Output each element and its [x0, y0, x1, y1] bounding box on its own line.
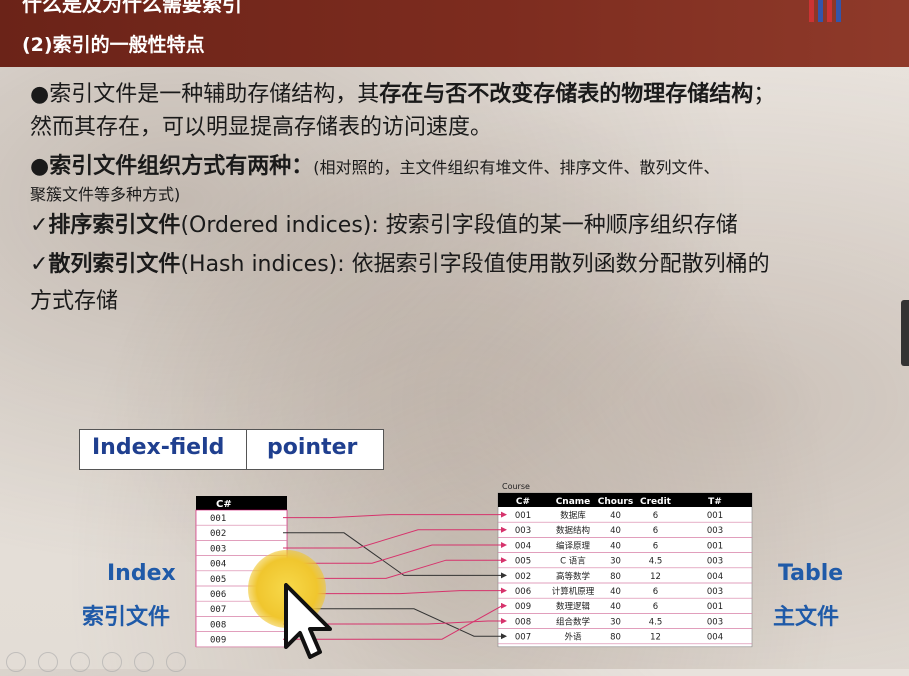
- pointer-arrow: [283, 511, 507, 519]
- index-cell: 005: [210, 575, 226, 585]
- course-cell: 003: [515, 526, 531, 536]
- course-cell: 计算机原理: [552, 586, 595, 597]
- table-label-cn: 主文件: [773, 605, 840, 630]
- legend-pointer: pointer: [267, 435, 358, 460]
- course-cell: 40: [610, 587, 621, 597]
- pen-icon[interactable]: [70, 652, 90, 672]
- pointer-arrow: [283, 542, 507, 564]
- course-cell: 数理逻辑: [556, 601, 591, 612]
- course-cell: 001: [707, 541, 723, 551]
- course-cell: 30: [610, 617, 621, 627]
- grid-icon[interactable]: [102, 652, 122, 672]
- slide-title-top: 什么是及为什么需要索引: [22, 0, 242, 16]
- index-cell: 008: [210, 620, 226, 630]
- slide-body: ●索引文件是一种辅助存储结构，其存在与否不改变存储表的物理存储结构； 然而其存在…: [30, 78, 900, 318]
- course-header-cell: Chours: [598, 497, 633, 507]
- course-table-frame: [497, 492, 753, 648]
- index-cell: 004: [210, 560, 226, 570]
- legend-index-field: Index-field: [92, 435, 225, 460]
- more-icon[interactable]: [166, 652, 186, 672]
- bullet-2: ●索引文件组织方式有两种：(相对照的，主文件组织有堆文件、排序文件、散列文件、: [30, 154, 720, 179]
- index-cell: 002: [210, 529, 226, 539]
- course-cell: 001: [515, 511, 531, 521]
- prev-icon[interactable]: [6, 652, 26, 672]
- course-cell: 009: [515, 602, 531, 612]
- course-cell: 6: [653, 602, 658, 612]
- course-cell: 008: [515, 617, 531, 627]
- course-cell: C 语言: [560, 556, 586, 567]
- course-cell: 4.5: [649, 617, 663, 627]
- course-header-cell: C#: [516, 497, 530, 507]
- index-legend-box: Index-field pointer: [79, 429, 384, 470]
- bullet-4: ✓散列索引文件(Hash indices): 依据索引字段值使用散列函数分配散列…: [30, 252, 770, 277]
- bullet-2-line2: 聚簇文件等多种方式): [30, 185, 181, 204]
- course-cell: 004: [515, 541, 531, 551]
- index-cell: 001: [210, 514, 226, 524]
- course-header-cell: T#: [708, 497, 722, 507]
- course-cell: 003: [707, 557, 723, 567]
- pointer-arrow: [283, 526, 507, 549]
- bullet-4-line2: 方式存储: [30, 289, 119, 314]
- course-cell: 外语: [564, 632, 582, 643]
- course-cell: 003: [707, 617, 723, 627]
- course-cell: 40: [610, 511, 621, 521]
- course-cell: 003: [707, 526, 723, 536]
- index-cell: 007: [210, 605, 226, 615]
- index-label-en: Index: [107, 561, 176, 586]
- table-label-en: Table: [778, 561, 844, 586]
- course-cell: 40: [610, 526, 621, 536]
- index-table-header: [196, 496, 287, 510]
- course-cell: 80: [610, 572, 621, 582]
- index-cell: 003: [210, 544, 226, 554]
- course-caption: Course: [502, 482, 530, 491]
- next-icon[interactable]: [38, 652, 58, 672]
- bullet-1: ●索引文件是一种辅助存储结构，其存在与否不改变存储表的物理存储结构；: [30, 82, 776, 107]
- course-cell: 高等数学: [556, 571, 591, 582]
- course-cell: 12: [650, 572, 661, 582]
- course-cell: 001: [707, 602, 723, 612]
- index-cell: 006: [210, 590, 226, 600]
- course-cell: 数据库: [560, 510, 586, 521]
- course-header-cell: Cname: [556, 497, 591, 507]
- course-cell: 007: [515, 633, 531, 643]
- course-cell: 4.5: [649, 557, 663, 567]
- course-cell: 005: [515, 557, 531, 567]
- course-cell: 30: [610, 557, 621, 567]
- course-cell: 12: [650, 633, 661, 643]
- course-cell: 80: [610, 633, 621, 643]
- bullet-3: ✓排序索引文件(Ordered indices): 按索引字段值的某一种顺序组织…: [30, 213, 738, 238]
- course-cell: 6: [653, 526, 658, 536]
- header-decoration: [809, 0, 869, 22]
- side-scroll-handle[interactable]: [901, 300, 909, 366]
- course-cell: 40: [610, 602, 621, 612]
- course-cell: 002: [515, 572, 531, 582]
- course-cell: 004: [707, 633, 723, 643]
- index-label-cn: 索引文件: [82, 605, 171, 630]
- course-cell: 40: [610, 541, 621, 551]
- index-header-cell: C#: [216, 499, 232, 510]
- course-cell: 001: [707, 511, 723, 521]
- index-cell: 009: [210, 636, 226, 646]
- course-header-cell: Credit: [640, 497, 672, 507]
- course-cell: 数据结构: [556, 525, 590, 536]
- slide-header: 什么是及为什么需要索引 (2)索引的一般性特点: [0, 0, 909, 67]
- bullet-1-line2: 然而其存在，可以明显提高存储表的访问速度。: [30, 115, 493, 140]
- slide-title: (2)索引的一般性特点: [22, 34, 205, 56]
- course-cell: 6: [653, 587, 658, 597]
- course-cell: 003: [707, 587, 723, 597]
- course-cell: 6: [653, 541, 658, 551]
- course-table-header: [498, 493, 752, 507]
- course-cell: 组合数学: [556, 616, 591, 627]
- zoom-icon[interactable]: [134, 652, 154, 672]
- mouse-pointer-icon: [284, 583, 332, 659]
- course-cell: 6: [653, 511, 658, 521]
- course-cell: 编译原理: [556, 540, 591, 551]
- course-cell: 006: [515, 587, 531, 597]
- course-cell: 004: [707, 572, 723, 582]
- slide-controls[interactable]: [6, 652, 198, 676]
